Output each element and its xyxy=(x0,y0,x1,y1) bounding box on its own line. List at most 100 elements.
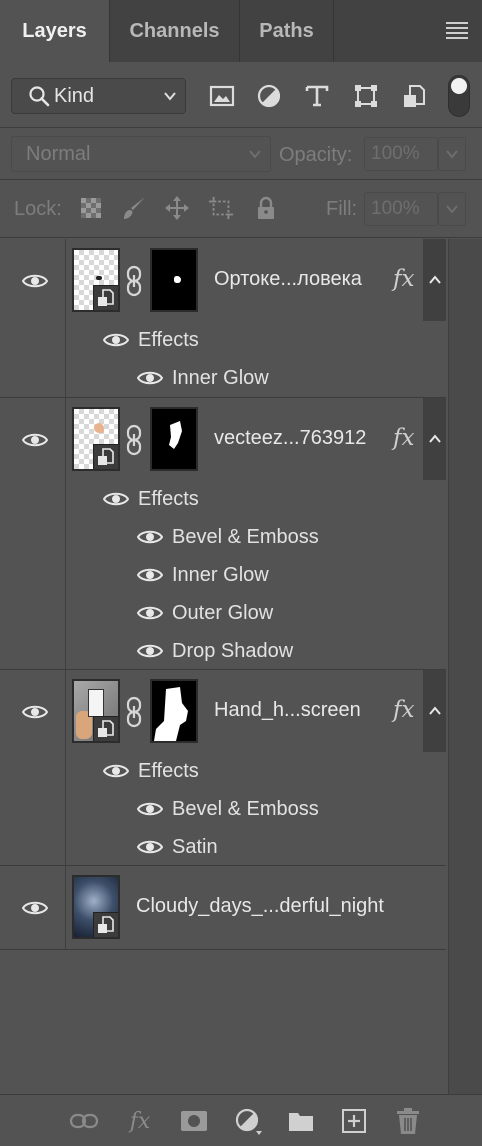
link-chain-icon[interactable] xyxy=(124,424,144,456)
eye-icon[interactable] xyxy=(137,800,163,818)
layer-mask-thumbnail[interactable] xyxy=(150,407,198,471)
blend-mode-select[interactable]: Normal xyxy=(11,136,271,172)
layer-thumbnail[interactable] xyxy=(72,248,120,312)
tab-channels[interactable]: Channels xyxy=(110,0,240,62)
adjustment-filter-icon[interactable] xyxy=(255,82,283,110)
layer-item[interactable]: vecteez...763912 fx Effects Bevel & Embo… xyxy=(0,398,446,670)
add-layer-style-icon[interactable]: fx xyxy=(124,1105,156,1137)
eye-icon[interactable] xyxy=(22,431,48,449)
eye-icon[interactable] xyxy=(22,899,48,917)
filter-toggle-switch[interactable] xyxy=(448,75,470,117)
layer-row[interactable]: Hand_h...screen fx xyxy=(0,670,446,752)
eye-icon[interactable] xyxy=(103,762,129,780)
type-filter-icon[interactable] xyxy=(303,82,331,110)
collapse-effects-button[interactable] xyxy=(423,239,446,321)
eye-icon[interactable] xyxy=(22,272,48,290)
layers-scrollbar[interactable] xyxy=(448,239,482,1094)
panel-menu-icon[interactable] xyxy=(446,22,468,40)
panel-tab-bar: Layers Channels Paths xyxy=(0,0,482,62)
chevron-up-icon xyxy=(428,706,441,715)
layer-filter-row: Kind xyxy=(0,62,482,128)
eye-icon[interactable] xyxy=(103,490,129,508)
new-group-icon[interactable] xyxy=(285,1105,317,1137)
lock-image-pixels-icon[interactable] xyxy=(121,195,147,221)
effect-item[interactable]: Inner Glow xyxy=(66,359,446,397)
opacity-value: 100% xyxy=(371,143,420,164)
layer-row[interactable]: Ортоке...ловека fx xyxy=(0,239,446,321)
effect-item[interactable]: Bevel & Emboss xyxy=(66,790,446,828)
link-layers-icon[interactable] xyxy=(68,1105,100,1137)
layer-row[interactable]: Cloudy_days_...derful_night xyxy=(0,866,446,948)
delete-layer-icon[interactable] xyxy=(392,1105,424,1137)
effect-label: Outer Glow xyxy=(172,602,274,624)
image-filter-icon[interactable] xyxy=(208,82,236,110)
lock-artboard-icon[interactable] xyxy=(208,195,234,221)
collapse-effects-button[interactable] xyxy=(423,670,446,752)
blend-mode-row: Normal Opacity: 100% xyxy=(0,128,482,180)
layer-thumbnail[interactable] xyxy=(72,679,120,743)
eye-icon[interactable] xyxy=(137,838,163,856)
tab-layers[interactable]: Layers xyxy=(0,0,110,62)
layer-row[interactable]: vecteez...763912 fx xyxy=(0,398,446,480)
effects-header[interactable]: Effects xyxy=(66,321,446,359)
layer-item[interactable]: Ортоке...ловека fx Effects Inner Glow xyxy=(0,239,446,398)
smart-object-badge-icon xyxy=(93,285,118,310)
layer-name[interactable]: Hand_h...screen xyxy=(214,699,361,722)
effect-item[interactable]: Bevel & Emboss xyxy=(66,518,446,556)
layer-name[interactable]: Cloudy_days_...derful_night xyxy=(136,895,384,918)
eye-icon[interactable] xyxy=(137,369,163,387)
lock-transparent-pixels-icon[interactable] xyxy=(78,195,104,221)
effect-label: Bevel & Emboss xyxy=(172,798,319,820)
effect-item[interactable]: Outer Glow xyxy=(66,594,446,632)
effect-label: Satin xyxy=(172,836,218,858)
tab-paths[interactable]: Paths xyxy=(240,0,334,62)
filter-kind-select[interactable]: Kind xyxy=(11,78,186,114)
effects-header[interactable]: Effects xyxy=(66,752,446,790)
fx-icon[interactable]: fx xyxy=(393,697,414,723)
layers-list: Ортоке...ловека fx Effects Inner Glow ve… xyxy=(0,239,482,1094)
eye-icon[interactable] xyxy=(137,528,163,546)
lock-all-icon[interactable] xyxy=(253,195,279,221)
smart-object-badge-icon xyxy=(93,444,118,469)
new-adjustment-layer-icon[interactable] xyxy=(232,1105,264,1137)
layer-mask-thumbnail[interactable] xyxy=(150,679,198,743)
eye-icon[interactable] xyxy=(137,566,163,584)
opacity-input[interactable]: 100% xyxy=(364,137,438,171)
lock-position-icon[interactable] xyxy=(164,195,190,221)
collapse-effects-button[interactable] xyxy=(423,398,446,480)
eye-icon[interactable] xyxy=(137,604,163,622)
layer-thumbnail[interactable] xyxy=(72,407,120,471)
opacity-dropdown-button[interactable] xyxy=(438,137,466,171)
layer-name[interactable]: Ортоке...ловека xyxy=(214,268,362,291)
chevron-up-icon xyxy=(428,434,441,443)
fx-icon[interactable]: fx xyxy=(393,425,414,451)
layer-mask-thumbnail[interactable] xyxy=(150,248,198,312)
link-chain-icon[interactable] xyxy=(124,696,144,728)
fx-icon[interactable]: fx xyxy=(393,266,414,292)
search-icon xyxy=(29,86,50,107)
fill-input[interactable]: 100% xyxy=(364,192,438,226)
layer-name[interactable]: vecteez...763912 xyxy=(214,427,366,450)
new-layer-icon[interactable] xyxy=(338,1105,370,1137)
effect-item[interactable]: Drop Shadow xyxy=(66,632,446,670)
shape-filter-icon[interactable] xyxy=(352,82,380,110)
link-chain-icon[interactable] xyxy=(124,265,144,297)
add-mask-icon[interactable] xyxy=(178,1105,210,1137)
layer-item[interactable]: Hand_h...screen fx Effects Bevel & Embos… xyxy=(0,670,446,866)
fill-dropdown-button[interactable] xyxy=(438,192,466,226)
chevron-up-icon xyxy=(428,275,441,284)
effect-item[interactable]: Satin xyxy=(66,828,446,866)
effect-item[interactable]: Inner Glow xyxy=(66,556,446,594)
chevron-down-icon xyxy=(446,150,458,159)
layer-item[interactable]: Cloudy_days_...derful_night xyxy=(0,866,446,950)
smart-object-filter-icon[interactable] xyxy=(400,82,428,110)
eye-icon[interactable] xyxy=(22,703,48,721)
fill-label: Fill: xyxy=(326,198,358,220)
lock-row: Lock: Fill: 100% xyxy=(0,180,482,238)
eye-icon[interactable] xyxy=(137,642,163,660)
effects-header[interactable]: Effects xyxy=(66,480,446,518)
effects-label: Effects xyxy=(138,488,199,510)
layer-thumbnail[interactable] xyxy=(72,875,120,939)
eye-icon[interactable] xyxy=(103,331,129,349)
layers-panel: Layers Channels Paths Kind Normal Opacit… xyxy=(0,0,482,1146)
